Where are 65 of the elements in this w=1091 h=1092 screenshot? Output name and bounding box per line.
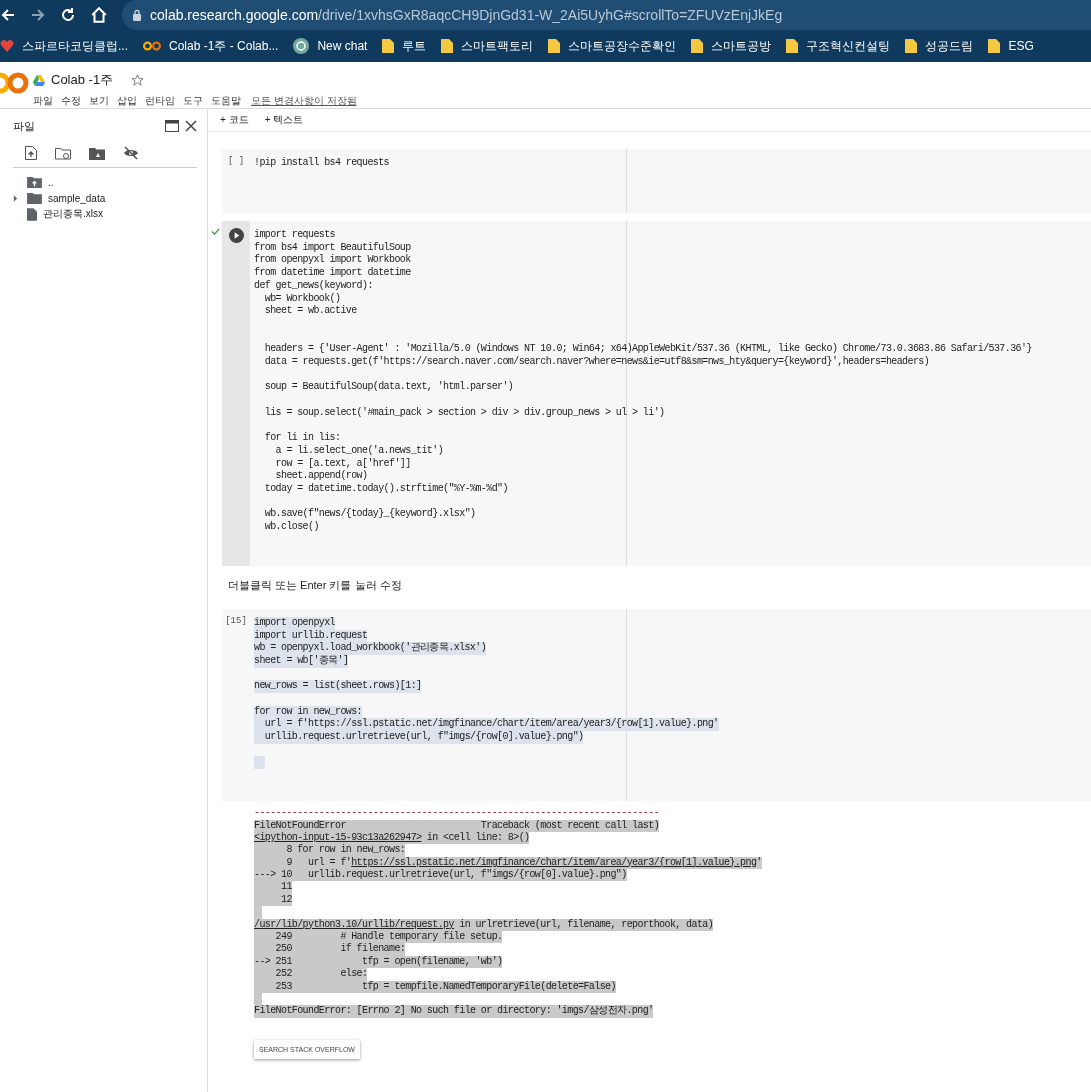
address-bar[interactable]: colab.research.google.com/drive/1xvhsGxR8aqcCH9DjnGd31-W_2Ai5UyhG#scrollTo=ZFUVzEnjJkEg [122, 0, 1091, 30]
folder-icon [382, 39, 395, 53]
bookmark[interactable]: 성공드림 [905, 37, 974, 55]
menu-item[interactable]: 보기 [89, 94, 109, 108]
save-status-link[interactable]: 모든 변경사항이 저장됨 [251, 94, 357, 108]
bookmark[interactable]: 구조혁신컨설팅 [786, 37, 891, 55]
refresh-folder-icon[interactable] [55, 146, 71, 160]
home-icon[interactable] [90, 6, 108, 24]
menu-item[interactable]: 수정 [61, 94, 81, 108]
notebook-title[interactable]: Colab -1주 [51, 71, 114, 89]
folder-icon [27, 192, 42, 204]
bookmark[interactable]: New chat [293, 38, 368, 54]
close-icon[interactable] [185, 120, 197, 132]
folder-icon [691, 39, 704, 53]
bookmark[interactable]: 스마트공장수준확인 [548, 37, 677, 55]
star-icon[interactable] [131, 73, 145, 87]
file-tree-item[interactable]: sample_data [13, 190, 207, 206]
upload-file-icon[interactable] [25, 146, 37, 160]
folder-icon [786, 39, 799, 53]
colab-logo-icon [143, 40, 161, 52]
caret-icon[interactable] [13, 194, 18, 202]
panel-title: 파일 [13, 118, 36, 134]
file-icon [27, 207, 37, 221]
heart-icon [0, 39, 14, 53]
menu-item[interactable]: 삽입 [117, 94, 137, 108]
execution-count: [ ] [227, 156, 245, 168]
run-button-icon[interactable] [228, 228, 244, 243]
eye-off-icon[interactable] [123, 146, 139, 160]
menu-item[interactable]: 파일 [33, 94, 53, 108]
forward-icon[interactable] [30, 7, 46, 23]
folder-icon [441, 39, 454, 53]
url-host: colab.research.google.com [150, 7, 319, 23]
bookmark[interactable]: ESG [988, 39, 1034, 53]
code-block[interactable]: import requests from bs4 import BeautifulSoup from openpyxl import Workbook from datetime import datetime def get_news(keyword): wb= Workbook() sheet = wb.active headers = {'User-Agent' : 'Mozilla/5.0 (Windows NT 10.0; Win64; x64)AppleWebKit/537.36 (KHTML, like Gecko) Chrome/73.0.3683.86 Safari/537.36'} data = requests.get(f'https://search.naver.com/search.naver?where=news&ie=utf8&sm=nws_hty&query={keyword}',headers=headers) soup = BeautifulSoup(data.text, 'html.parser') lis = soup.select('#main_pack > section > div > div.group_news > ul > li') for li in lis: a = li.select_one('a.news_tit') row = [a.text, a['href']] sheet.append(row) today = datetime.today().strftime("%Y-%m-%d") wb.save(f"news/{today}_{keyword}.xlsx") wb.close() [254, 229, 1091, 534]
text-cell[interactable]: 더블클릭 또는 Enter 키를 눌러 수정 [210, 573, 1091, 601]
folder-up-icon [27, 176, 42, 188]
file-tree-item[interactable]: 관리종목.xlsx [13, 206, 207, 222]
menu-item[interactable]: 런타임 [145, 94, 175, 108]
add-cell-button[interactable]: + 코드 [220, 113, 249, 127]
drive-folder-icon[interactable] [89, 146, 105, 160]
check-icon [211, 228, 220, 235]
folder-icon [988, 39, 1001, 53]
execution-count: [15] [225, 615, 247, 628]
window-icon[interactable] [165, 120, 179, 132]
code-cell[interactable]: [ ] !pip install bs4 requests [222, 149, 1091, 213]
bookmark[interactable]: Colab -1주 - Colab... [143, 37, 279, 55]
folder-icon [548, 39, 561, 53]
lock-icon [132, 9, 142, 21]
menu-item[interactable]: 도움말 [211, 94, 241, 108]
chat-logo-icon [293, 38, 310, 54]
output-line: --------------------------------------------------------------------------- [254, 807, 660, 820]
bookmark[interactable]: 루트 [382, 37, 427, 55]
code-block[interactable]: !pip install bs4 requests [254, 157, 1091, 170]
code-cell[interactable] [222, 608, 1091, 802]
file-tree-item[interactable]: .. [13, 174, 207, 190]
add-cell-button[interactable]: + 텍스트 [264, 113, 304, 127]
drive-icon [33, 74, 45, 86]
reload-icon[interactable] [60, 7, 76, 23]
back-icon[interactable] [0, 7, 16, 23]
bookmark[interactable]: 스마트공방 [691, 37, 772, 55]
bookmark[interactable]: 스파르타코딩클럽... [0, 37, 128, 55]
menu-item[interactable]: 도구 [183, 94, 203, 108]
folder-icon [905, 39, 918, 53]
bookmark[interactable]: 스마트팩토리 [441, 37, 534, 55]
url-path: /drive/1xvhsGxR8aqcCH9DjnGd31-W_2Ai5UyhG#scrollTo=ZFUVzEnjJkEg [318, 7, 783, 23]
